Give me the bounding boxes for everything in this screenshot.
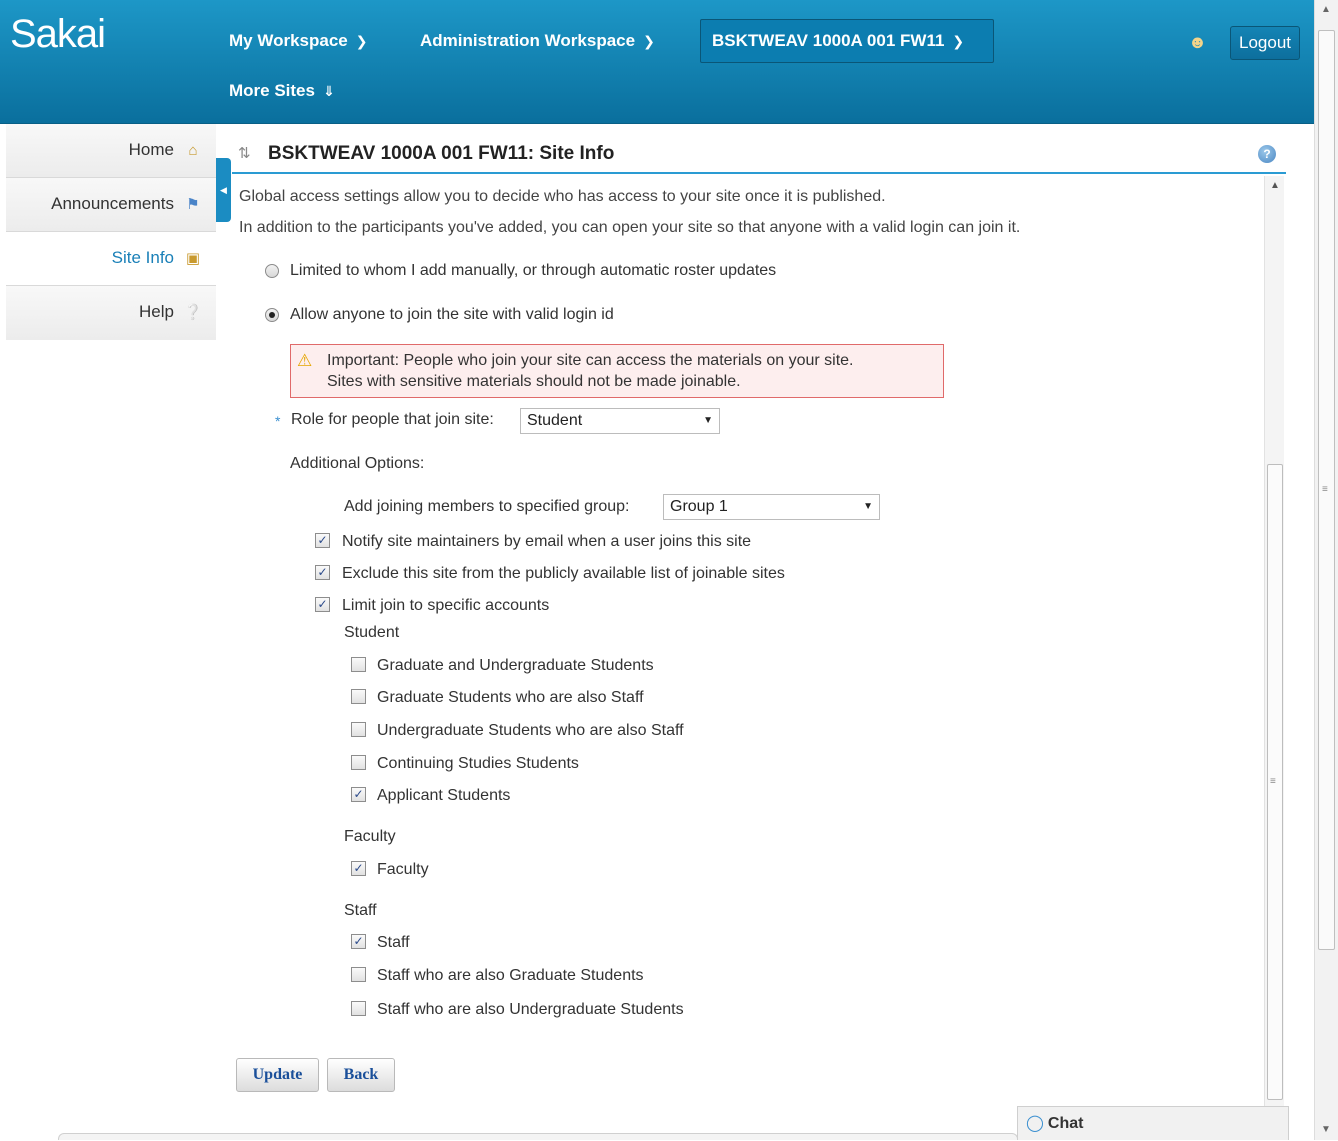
dropdown-arrow-icon: ▼ xyxy=(703,415,713,426)
footer-edge xyxy=(58,1133,1018,1140)
account-checkbox-staff-grad[interactable] xyxy=(351,967,366,982)
limit-join-label[interactable]: Limit join to specific accounts xyxy=(342,597,549,615)
group-select-value: Group 1 xyxy=(670,498,728,515)
account-checkbox-continuing[interactable] xyxy=(351,755,366,770)
exclude-checkbox[interactable] xyxy=(315,565,330,580)
account-checkbox-undergrad-staff[interactable] xyxy=(351,722,366,737)
nav-my-workspace-label: My Workspace xyxy=(229,31,348,50)
chat-bubble-icon: ◯ xyxy=(1026,1115,1044,1132)
chat-bar[interactable]: ◯ Chat xyxy=(1017,1106,1289,1140)
chevron-down-icon: ❯ xyxy=(643,33,655,49)
tool-menu-item-announcements[interactable]: Announcements ⚑ xyxy=(6,178,216,232)
radio-limited-label[interactable]: Limited to whom I add manually, or throu… xyxy=(290,262,776,280)
tool-menu-item-label: Announcements xyxy=(51,194,174,213)
intro-text-1: Global access settings allow you to deci… xyxy=(239,188,886,205)
site-info-icon: ▣ xyxy=(185,250,201,267)
help-icon: ❔ xyxy=(183,304,203,321)
group-label: Add joining members to specified group: xyxy=(344,498,630,515)
account-label[interactable]: Graduate and Undergraduate Students xyxy=(377,657,654,675)
faculty-heading: Faculty xyxy=(344,828,396,845)
warning-message: ⚠ Important: People who join your site c… xyxy=(290,344,944,398)
question-mark-icon[interactable]: ? xyxy=(1258,145,1276,163)
update-button[interactable]: Update xyxy=(236,1058,319,1092)
reset-tool-icon[interactable]: ⇅ xyxy=(238,144,251,162)
student-heading: Student xyxy=(344,624,400,641)
exclude-label[interactable]: Exclude this site from the publicly avai… xyxy=(342,565,785,583)
required-asterisk: * xyxy=(275,413,281,429)
chevron-down-icon: ❯ xyxy=(952,33,965,49)
account-label[interactable]: Staff who are also Graduate Students xyxy=(377,967,644,985)
account-label[interactable]: Staff xyxy=(377,934,410,952)
nav-more-sites[interactable]: More Sites ⇓ xyxy=(229,81,335,101)
warning-triangle-icon: ⚠ xyxy=(297,351,313,370)
scroll-up-icon[interactable]: ▲ xyxy=(1321,4,1331,15)
tool-menu-item-home[interactable]: Home ⌂ xyxy=(6,124,216,178)
logout-button[interactable]: Logout xyxy=(1230,26,1300,60)
limit-join-checkbox[interactable] xyxy=(315,597,330,612)
account-checkbox-grad-undergrad[interactable] xyxy=(351,657,366,672)
role-label: Role for people that join site: xyxy=(291,411,494,428)
tool-menu-item-site-info[interactable]: Site Info ▣ xyxy=(6,232,216,286)
scroll-grip-icon: ≡ xyxy=(1270,776,1276,787)
nav-more-sites-label: More Sites xyxy=(229,81,315,100)
sakai-logo[interactable]: Sakai xyxy=(10,12,106,57)
user-icon[interactable]: ☻ xyxy=(1188,32,1207,53)
tool-menu-item-label: Site Info xyxy=(111,248,174,267)
nav-admin-workspace[interactable]: Administration Workspace ❯ xyxy=(420,31,655,51)
tool-title-bar: ⇅ BSKTWEAV 1000A 001 FW11: Site Info xyxy=(232,138,1286,174)
account-label[interactable]: Undergraduate Students who are also Staf… xyxy=(377,722,684,740)
notify-label[interactable]: Notify site maintainers by email when a … xyxy=(342,533,751,551)
tool-menu-item-label: Help xyxy=(139,302,174,321)
tool-title: BSKTWEAV 1000A 001 FW11: Site Info xyxy=(268,143,615,164)
collapse-menu-tab[interactable]: ◀ xyxy=(216,158,231,222)
nav-admin-workspace-label: Administration Workspace xyxy=(420,31,636,50)
nav-my-workspace[interactable]: My Workspace ❯ xyxy=(229,31,367,51)
account-checkbox-faculty[interactable] xyxy=(351,861,366,876)
chat-label: Chat xyxy=(1047,1115,1084,1132)
top-header: Sakai My Workspace ❯ Administration Works… xyxy=(0,0,1314,124)
role-select-value: Student xyxy=(527,412,583,429)
tool-menu-item-help[interactable]: Help ❔ xyxy=(6,286,216,340)
account-label[interactable]: Staff who are also Undergraduate Student… xyxy=(377,1001,684,1019)
home-icon: ⌂ xyxy=(188,142,198,159)
dropdown-arrow-icon: ▼ xyxy=(863,501,873,512)
account-checkbox-grad-staff[interactable] xyxy=(351,689,366,704)
megaphone-icon: ⚑ xyxy=(186,196,200,213)
radio-limited[interactable] xyxy=(265,264,279,278)
group-select[interactable]: Group 1 ▼ xyxy=(663,494,880,520)
page-scrollbar[interactable]: ▲ ≡ ▼ xyxy=(1314,0,1338,1140)
scroll-grip-icon: ≡ xyxy=(1322,484,1328,495)
double-chevron-down-icon: ⇓ xyxy=(322,83,335,99)
chevron-down-icon: ❯ xyxy=(355,33,368,49)
account-label[interactable]: Continuing Studies Students xyxy=(377,755,579,773)
additional-options-heading: Additional Options: xyxy=(290,455,425,472)
role-select[interactable]: Student ▼ xyxy=(520,408,720,434)
notify-checkbox[interactable] xyxy=(315,533,330,548)
intro-text-2: In addition to the participants you've a… xyxy=(239,219,1021,236)
tool-menu-item-label: Home xyxy=(128,140,174,159)
tool-menu: Home ⌂ Announcements ⚑ Site Info ▣ Help ❔ xyxy=(6,124,216,340)
staff-heading: Staff xyxy=(344,902,377,919)
nav-current-site-label: BSKTWEAV 1000A 001 FW11 xyxy=(712,31,945,50)
scroll-down-icon[interactable]: ▼ xyxy=(1321,1124,1331,1135)
account-checkbox-staff[interactable] xyxy=(351,934,366,949)
nav-current-site-text[interactable]: BSKTWEAV 1000A 001 FW11 ❯ xyxy=(712,31,964,51)
radio-allow-anyone-label[interactable]: Allow anyone to join the site with valid… xyxy=(290,306,614,324)
tool-scrollbar[interactable]: ▲ ≡ xyxy=(1264,176,1284,1110)
account-checkbox-staff-undergrad[interactable] xyxy=(351,1001,366,1016)
account-checkbox-applicant[interactable] xyxy=(351,787,366,802)
warning-line-1: Important: People who join your site can… xyxy=(327,352,854,369)
account-label[interactable]: Faculty xyxy=(377,861,429,879)
warning-line-2: Sites with sensitive materials should no… xyxy=(327,373,741,390)
radio-allow-anyone[interactable] xyxy=(265,308,279,322)
account-label[interactable]: Graduate Students who are also Staff xyxy=(377,689,644,707)
account-label[interactable]: Applicant Students xyxy=(377,787,510,805)
back-button[interactable]: Back xyxy=(327,1058,395,1092)
scroll-up-icon[interactable]: ▲ xyxy=(1270,180,1280,191)
